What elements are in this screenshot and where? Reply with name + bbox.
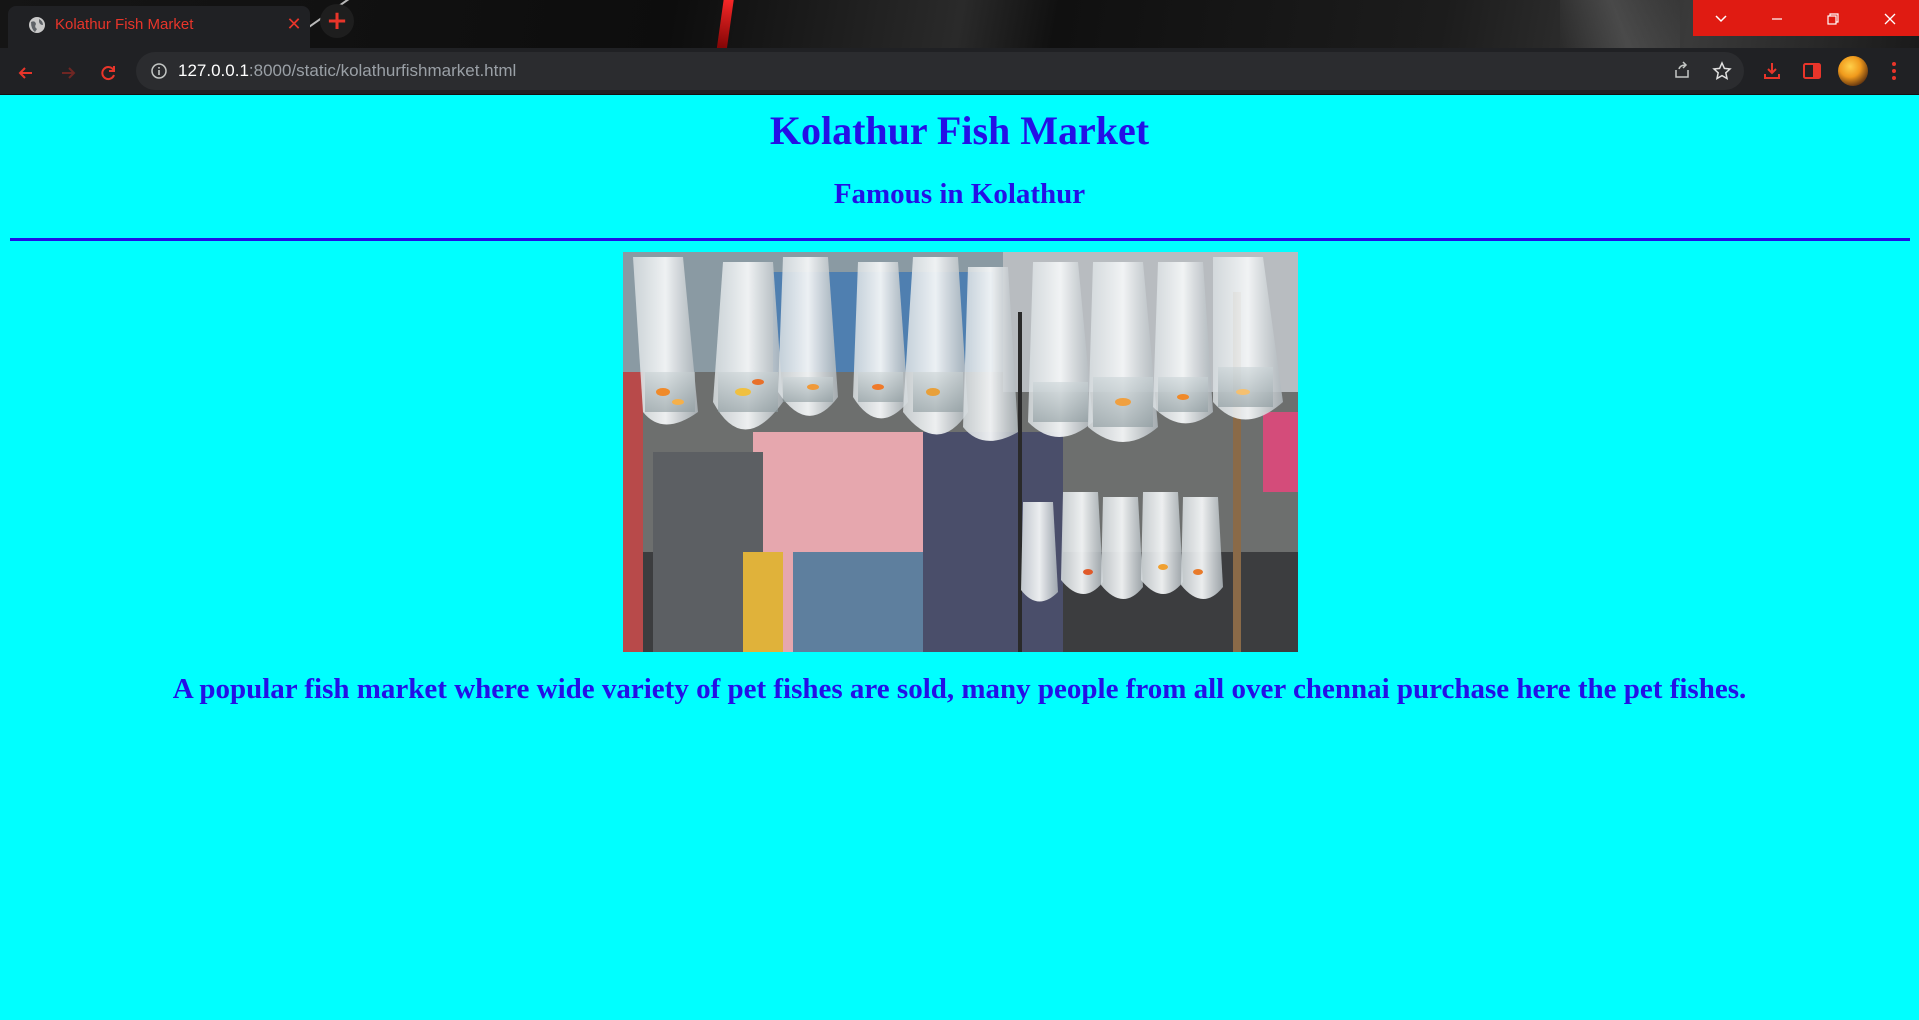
close-window-button[interactable] bbox=[1861, 0, 1919, 36]
avatar[interactable] bbox=[1838, 56, 1868, 86]
more-menu-icon[interactable] bbox=[1882, 59, 1906, 83]
reload-button[interactable] bbox=[94, 57, 122, 85]
back-button[interactable] bbox=[12, 57, 40, 85]
theme-decoration bbox=[715, 0, 735, 48]
download-icon[interactable] bbox=[1761, 60, 1783, 82]
share-icon[interactable] bbox=[1672, 61, 1692, 81]
globe-icon bbox=[29, 17, 45, 33]
page-description: A popular fish market where wide variety… bbox=[172, 673, 1747, 705]
browser-toolbar: 127.0.0.1:8000/static/kolathurfishmarket… bbox=[0, 48, 1919, 95]
fish-market-photo bbox=[623, 252, 1298, 652]
tab-search-button[interactable] bbox=[1693, 0, 1749, 36]
close-icon bbox=[1884, 13, 1896, 24]
restore-icon bbox=[1827, 12, 1839, 25]
minimize-button[interactable] bbox=[1749, 0, 1805, 36]
chevron-down-icon bbox=[1715, 14, 1727, 22]
tab-kolathur-fish-market[interactable]: Kolathur Fish Market ✕ bbox=[8, 6, 310, 48]
arrow-right-icon bbox=[62, 66, 76, 79]
address-bar[interactable]: 127.0.0.1:8000/static/kolathurfishmarket… bbox=[136, 52, 1744, 90]
side-panel-icon[interactable] bbox=[1801, 60, 1823, 82]
url-path: :8000/static/kolathurfishmarket.html bbox=[248, 61, 517, 80]
minimize-icon bbox=[1772, 17, 1782, 20]
theme-decoration bbox=[1560, 0, 1680, 48]
new-tab-button[interactable]: + bbox=[320, 4, 354, 38]
page-subtitle: Famous in Kolathur bbox=[833, 178, 1086, 210]
tab-strip: Kolathur Fish Market ✕ + bbox=[0, 0, 1919, 48]
restore-button[interactable] bbox=[1805, 0, 1861, 36]
reload-icon bbox=[101, 65, 115, 80]
browser-window: Kolathur Fish Market ✕ + 127.0.0.1:8000/… bbox=[0, 0, 1919, 1020]
tab-title: Kolathur Fish Market bbox=[55, 16, 194, 33]
star-icon[interactable] bbox=[1712, 61, 1732, 81]
arrow-left-icon bbox=[18, 66, 32, 79]
horizontal-rule bbox=[10, 238, 1910, 241]
url-host: 127.0.0.1 bbox=[178, 61, 249, 80]
page-content: Kolathur Fish Market Famous in Kolathur bbox=[0, 95, 1919, 1020]
close-icon[interactable]: ✕ bbox=[284, 15, 304, 35]
plus-icon: + bbox=[326, 6, 348, 36]
page-title: Kolathur Fish Market bbox=[769, 108, 1150, 153]
forward-button[interactable] bbox=[54, 57, 82, 85]
info-icon[interactable] bbox=[150, 62, 168, 80]
url-text[interactable]: 127.0.0.1:8000/static/kolathurfishmarket… bbox=[178, 52, 516, 90]
